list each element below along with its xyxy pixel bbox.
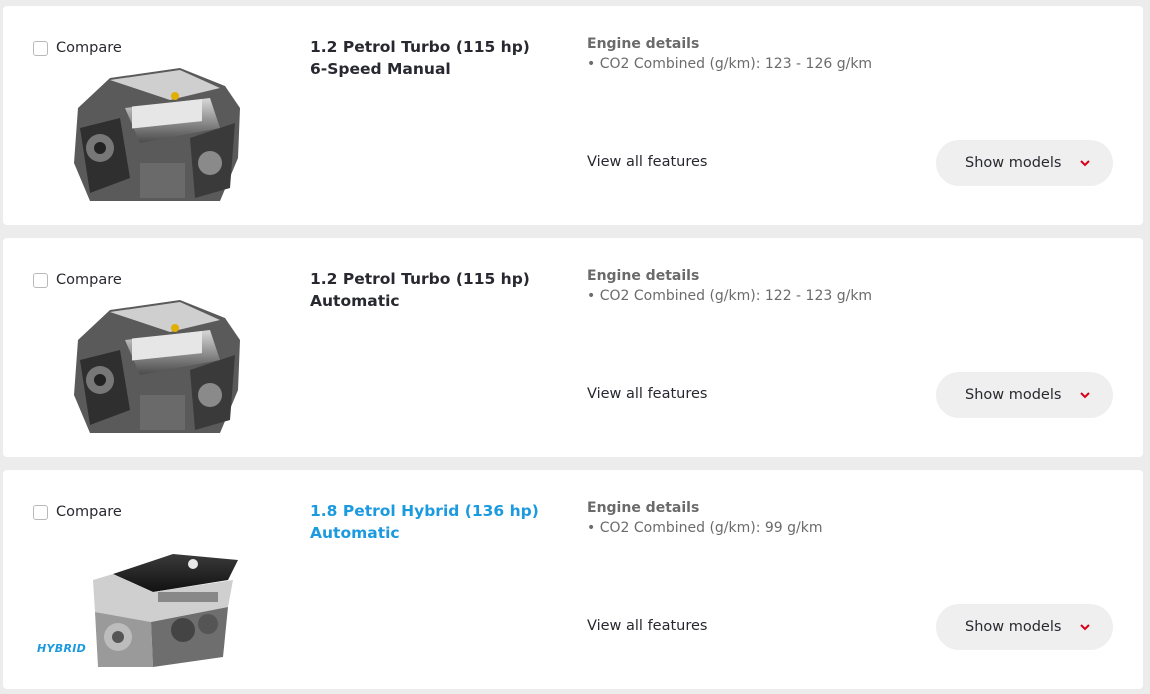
compare-toggle[interactable]: Compare xyxy=(33,40,122,56)
chevron-down-icon xyxy=(1080,160,1090,167)
co2-value: • CO2 Combined (g/km): 123 - 126 g/km xyxy=(587,56,873,72)
engine-title-power: 1.2 Petrol Turbo (115 hp) xyxy=(310,270,530,288)
engine-details: Engine details • CO2 Combined (g/km): 12… xyxy=(587,35,872,75)
view-all-features-link[interactable]: View all features xyxy=(587,618,707,634)
engine-title-power: 1.8 Petrol Hybrid (136 hp) xyxy=(310,502,539,520)
engine-details: Engine details • CO2 Combined (g/km): 99… xyxy=(587,499,823,539)
engine-card: Compare 1.2 Petrol Turbo (115 hp) 6-Spee… xyxy=(3,6,1143,225)
view-all-features-link[interactable]: View all features xyxy=(587,154,707,170)
compare-checkbox[interactable] xyxy=(33,272,48,288)
engine-title-power: 1.2 Petrol Turbo (115 hp) xyxy=(310,38,530,56)
compare-label: Compare xyxy=(56,504,122,520)
engine-details-title: Engine details xyxy=(587,36,700,52)
view-all-features-link[interactable]: View all features xyxy=(587,386,707,402)
engine-list: Compare 1.2 Petrol Turbo (115 hp) 6-Spee… xyxy=(0,0,1150,694)
turbo-engine-image xyxy=(74,300,240,433)
engine-card: Compare 1.2 Petrol Turbo (115 hp) Automa… xyxy=(3,238,1143,457)
chevron-down-icon xyxy=(1080,624,1090,631)
engine-details-title: Engine details xyxy=(587,500,700,516)
hybrid-badge: HYBRID xyxy=(37,642,87,655)
compare-label: Compare xyxy=(56,272,122,288)
show-models-button[interactable]: Show models xyxy=(936,140,1113,186)
engine-title-transmission: Automatic xyxy=(310,524,400,542)
compare-toggle[interactable]: Compare xyxy=(33,272,122,288)
engine-title[interactable]: 1.8 Petrol Hybrid (136 hp) Automatic xyxy=(310,500,539,544)
compare-checkbox[interactable] xyxy=(33,40,48,56)
show-models-button[interactable]: Show models xyxy=(936,604,1113,650)
co2-value: • CO2 Combined (g/km): 99 g/km xyxy=(587,520,823,536)
engine-title-transmission: 6-Speed Manual xyxy=(310,60,451,78)
compare-checkbox[interactable] xyxy=(33,504,48,520)
engine-title: 1.2 Petrol Turbo (115 hp) Automatic xyxy=(310,268,530,312)
engine-details-title: Engine details xyxy=(587,268,700,284)
show-models-label: Show models xyxy=(965,619,1062,635)
compare-label: Compare xyxy=(56,40,122,56)
engine-title: 1.2 Petrol Turbo (115 hp) 6-Speed Manual xyxy=(310,36,530,80)
engine-card: Compare HYBRID 1.8 Petrol Hybrid (136 hp… xyxy=(3,470,1143,689)
show-models-label: Show models xyxy=(965,387,1062,403)
show-models-label: Show models xyxy=(965,155,1062,171)
co2-value: • CO2 Combined (g/km): 122 - 123 g/km xyxy=(587,288,873,304)
compare-toggle[interactable]: Compare xyxy=(33,504,122,520)
show-models-button[interactable]: Show models xyxy=(936,372,1113,418)
turbo-engine-image xyxy=(74,68,240,201)
engine-title-transmission: Automatic xyxy=(310,292,400,310)
engine-details: Engine details • CO2 Combined (g/km): 12… xyxy=(587,267,872,307)
chevron-down-icon xyxy=(1080,392,1090,399)
